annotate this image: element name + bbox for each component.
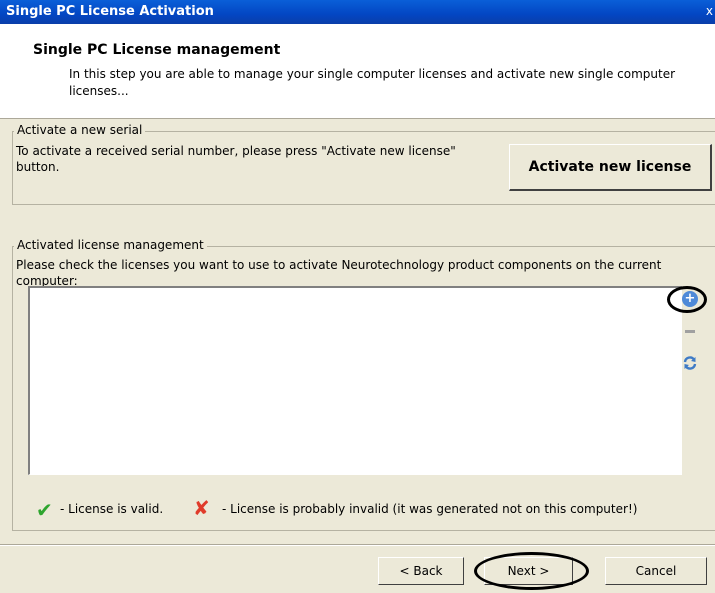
title-bar: Single PC License Activation x xyxy=(0,0,715,24)
license-management-legend: Activated license management xyxy=(14,238,207,252)
minus-icon xyxy=(685,329,695,333)
activate-serial-legend: Activate a new serial xyxy=(14,123,146,137)
page-description: In this step you are able to manage your… xyxy=(69,67,676,98)
refresh-button[interactable] xyxy=(679,352,701,374)
license-list[interactable] xyxy=(28,286,682,475)
activate-serial-instructions: To activate a received serial number, pl… xyxy=(16,144,456,174)
invalid-license-legend: - License is probably invalid (it was ge… xyxy=(222,502,638,516)
invalid-cross-icon: ✘ xyxy=(193,496,210,520)
license-management-instructions: Please check the licenses you want to us… xyxy=(16,258,662,288)
remove-license-button[interactable] xyxy=(679,320,701,342)
back-button[interactable]: < Back xyxy=(378,557,464,585)
header-divider xyxy=(0,118,715,119)
window-title: Single PC License Activation xyxy=(6,4,214,19)
close-button[interactable]: x xyxy=(706,4,713,18)
highlight-ellipse xyxy=(667,286,707,313)
footer-divider-highlight xyxy=(0,545,715,546)
wizard-header: Single PC License management In this ste… xyxy=(0,24,715,118)
refresh-icon xyxy=(683,356,697,370)
valid-check-icon: ✔ xyxy=(36,498,53,522)
page-title: Single PC License management xyxy=(33,42,281,58)
activate-new-license-button[interactable]: Activate new license xyxy=(509,144,712,191)
valid-license-legend: - License is valid. xyxy=(60,502,164,516)
next-highlight-ellipse xyxy=(474,552,589,590)
cancel-button[interactable]: Cancel xyxy=(605,557,707,585)
